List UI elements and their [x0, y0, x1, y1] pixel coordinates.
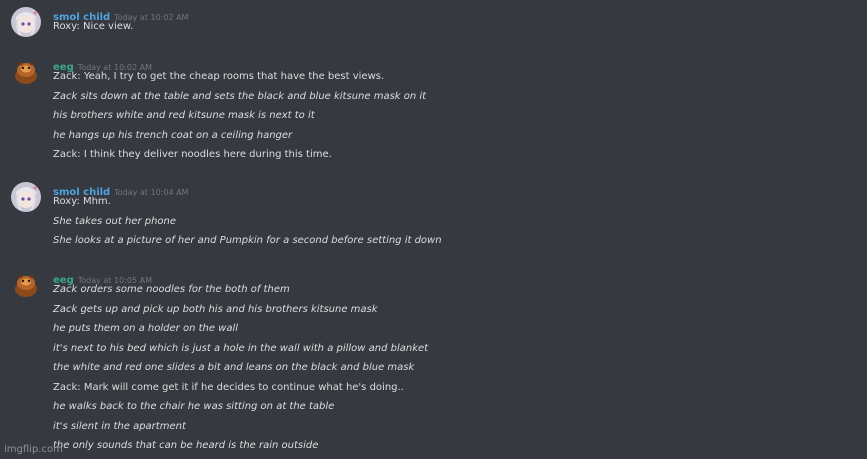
message-header: smol child Today at 10:04 AM	[53, 180, 189, 198]
message-line: the white and red one slides a bit and l…	[53, 362, 415, 373]
message-header: eeg Today at 10:05 AM	[53, 268, 152, 286]
message-line: his brothers white and red kitsune mask …	[53, 110, 315, 121]
message-header: eeg Today at 10:02 AM	[53, 55, 152, 73]
message-line: Zack gets up and pick up both his and hi…	[53, 303, 378, 315]
message-line: the only sounds that can be heard is the…	[53, 440, 319, 451]
message-line: he puts them on a holder on the wall	[53, 323, 239, 334]
watermark: imgflip.com	[4, 444, 63, 455]
timestamp: Today at 10:04 AM	[114, 188, 189, 197]
message-line: She takes out her phone	[53, 215, 177, 227]
message-line: he hangs up his trench coat on a ceiling…	[53, 129, 293, 141]
chat-log: smol child Today at 10:02 AM Roxy: Nice vi…	[0, 0, 867, 459]
message-line: Roxy: Nice view.	[53, 21, 134, 32]
message-line: it's next to his bed which is just a hol…	[53, 342, 429, 354]
message-line: Zack: Mark will come get it if he decide…	[53, 381, 404, 393]
message-line: Zack sits down at the table and sets the…	[53, 90, 427, 102]
anime-girl-avatar-icon[interactable]	[11, 182, 41, 212]
message-line: it's silent in the apartment	[53, 420, 186, 432]
message-line: Roxy: Mhm.	[53, 196, 111, 207]
orange-creature-avatar-icon[interactable]	[11, 57, 41, 87]
message-line: She looks at a picture of her and Pumpki…	[53, 235, 442, 246]
message-line: Zack: Yeah, I try to get the cheap rooms…	[53, 71, 385, 82]
message-header: smol child Today at 10:02 AM	[53, 5, 188, 23]
message-line: Zack orders some noodles for the both of…	[53, 284, 290, 295]
orange-creature-avatar-icon[interactable]	[11, 270, 41, 300]
anime-girl-avatar-icon[interactable]	[11, 7, 41, 37]
message-line: Zack: I think they deliver noodles here …	[53, 149, 332, 160]
message-line: he walks back to the chair he was sittin…	[53, 401, 335, 412]
